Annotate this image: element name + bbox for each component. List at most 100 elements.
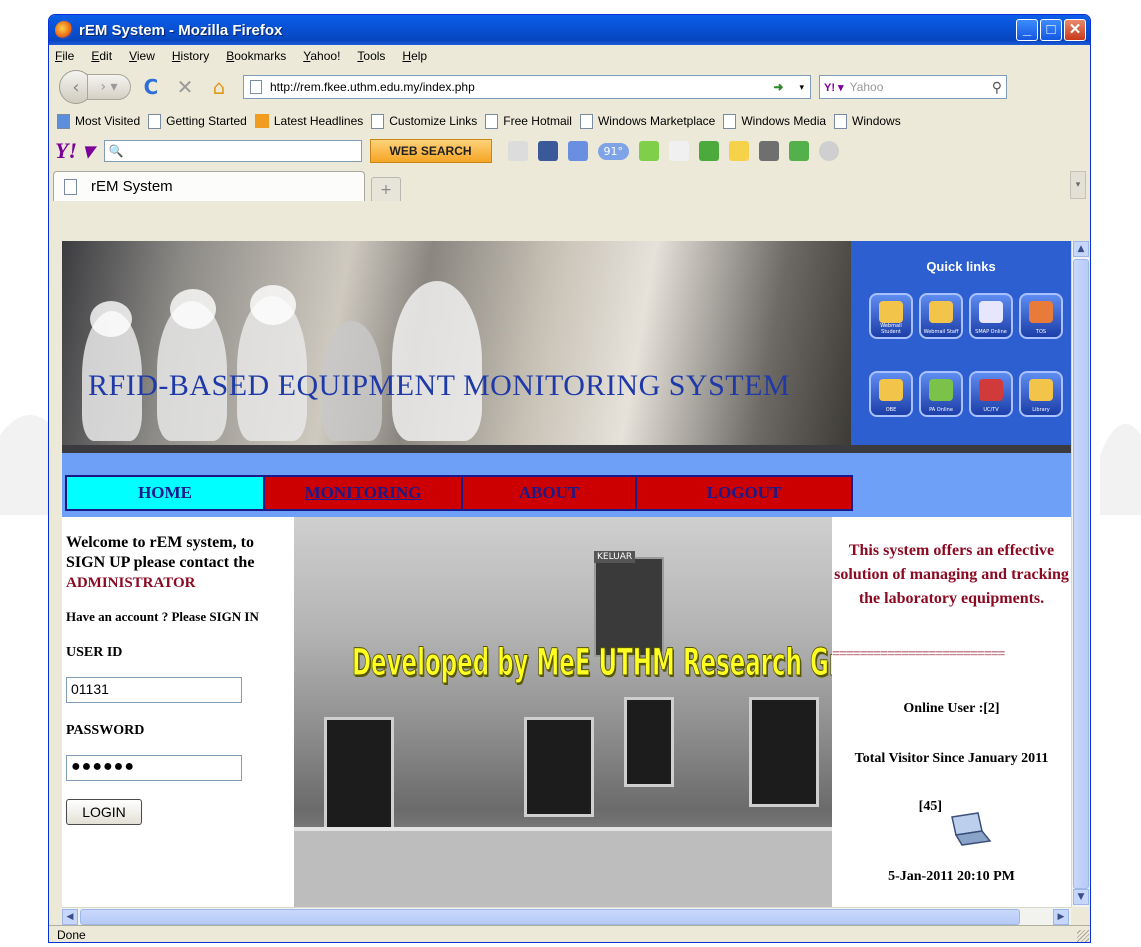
administrator-link[interactable]: ADMINISTRATOR: [66, 575, 195, 591]
quick-link-library[interactable]: Library: [1019, 371, 1063, 417]
bookmark-item[interactable]: Latest Headlines: [254, 114, 363, 128]
new-tab-button[interactable]: +: [371, 177, 401, 201]
go-arrow-icon[interactable]: ➜: [773, 80, 783, 94]
password-input[interactable]: ●●●●●●: [66, 755, 242, 781]
stop-icon: ✕: [176, 75, 194, 99]
bookmark-item[interactable]: Most Visited: [57, 113, 140, 129]
pencil-icon[interactable]: [507, 141, 528, 161]
settings-gear-icon[interactable]: [819, 141, 840, 161]
bookmark-item[interactable]: Getting Started: [148, 113, 247, 129]
stop-button[interactable]: ✕: [171, 73, 199, 101]
quick-link-webmail-staff[interactable]: Webmail Staff: [919, 293, 963, 339]
tab-strip: rEM System + ▾: [49, 167, 1090, 201]
home-icon: ⌂: [212, 75, 226, 99]
menu-edit[interactable]: Edit: [91, 49, 112, 63]
forward-button[interactable]: › ▾: [87, 74, 131, 100]
flickr-icon[interactable]: [669, 141, 690, 161]
menu-file[interactable]: File: [55, 49, 74, 63]
login-button[interactable]: LOGIN: [66, 799, 142, 825]
add-icon[interactable]: [789, 141, 810, 161]
photo-caption: Developed by MeE UTHM Research Group: [352, 641, 832, 685]
scroll-down-icon[interactable]: ▼: [1073, 889, 1089, 905]
scroll-left-icon[interactable]: ◀: [62, 909, 78, 925]
maximize-button[interactable]: □: [1040, 19, 1062, 41]
menu-home-link[interactable]: HOME: [67, 477, 265, 509]
tab-rem-system[interactable]: rEM System: [53, 171, 365, 201]
banner-photo: [250, 285, 296, 325]
menu-help[interactable]: Help: [402, 49, 427, 63]
window-title: rEM System - Mozilla Firefox: [79, 21, 283, 39]
pa-online-icon: [929, 379, 953, 401]
back-arrow-icon: ‹: [72, 76, 80, 98]
toolbar-icons: 91°: [507, 141, 840, 161]
user-id-label: USER ID: [66, 645, 123, 660]
menu-history[interactable]: History: [172, 49, 209, 63]
quick-link-label: UC/TV: [983, 407, 999, 413]
quick-link-label: TOS: [1035, 329, 1047, 335]
horizontal-scroll-thumb[interactable]: [80, 909, 1020, 925]
answers-icon[interactable]: [699, 141, 720, 161]
scroll-up-icon[interactable]: ▲: [1073, 241, 1089, 257]
status-text: Done: [57, 928, 86, 942]
quick-link-smap-online[interactable]: SMAP Online: [969, 293, 1013, 339]
yahoo-search-input[interactable]: 🔍: [103, 140, 362, 162]
lab-monitor: [624, 697, 674, 787]
horizontal-scrollbar[interactable]: ◀ ▶: [62, 907, 1071, 925]
sign-in-prompt: Have an account ? Please SIGN IN: [66, 609, 259, 624]
current-datetime: 5-Jan-2011 20:10 PM: [888, 869, 1015, 884]
ebay-icon[interactable]: [729, 141, 750, 161]
yahoo-logo-icon[interactable]: Y! ▾: [55, 138, 94, 164]
bookmark-item[interactable]: Customize Links: [371, 113, 477, 129]
quick-link-pa-online[interactable]: PA Online: [919, 371, 963, 417]
tab-label: rEM System: [91, 178, 173, 195]
menu-logout-link[interactable]: LOGOUT: [637, 477, 851, 509]
quick-link-label: OBE: [885, 407, 897, 413]
vertical-scrollbar[interactable]: ▲ ▼: [1071, 241, 1089, 907]
menu-yahoo[interactable]: Yahoo!: [303, 49, 340, 63]
menu-monitoring-link[interactable]: MONITORING: [265, 477, 463, 509]
vertical-scroll-thumb[interactable]: [1073, 259, 1089, 889]
quick-link-webmail-student[interactable]: Webmail Student: [869, 293, 913, 339]
separator-line: =========================: [832, 647, 1005, 662]
bookmark-label: Free Hotmail: [503, 114, 572, 128]
weather-icon[interactable]: 91°: [597, 142, 630, 160]
quick-link-tos[interactable]: TOS: [1019, 293, 1063, 339]
bookmark-item[interactable]: Windows Media: [723, 113, 826, 129]
facebook-icon[interactable]: [537, 141, 558, 161]
user-id-input[interactable]: 01131: [66, 677, 242, 703]
menu-tools[interactable]: Tools: [357, 49, 385, 63]
url-dropdown-icon[interactable]: ▾: [799, 82, 804, 93]
bookmark-item[interactable]: Free Hotmail: [485, 113, 572, 129]
bookmark-item[interactable]: Windows Marketplace: [579, 113, 715, 129]
menu-view[interactable]: View: [129, 49, 155, 63]
header-banner: RFID-BASED EQUIPMENT MONITORING SYSTEM: [62, 241, 851, 451]
tab-list-button[interactable]: ▾: [1070, 171, 1086, 199]
mail-icon[interactable]: [567, 141, 588, 161]
home-button[interactable]: ⌂: [205, 73, 233, 101]
search-input[interactable]: Y! ▾ Yahoo ⚲: [819, 75, 1007, 99]
reload-button[interactable]: C: [137, 73, 165, 101]
web-search-button[interactable]: WEB SEARCH: [369, 139, 492, 163]
messenger-icon[interactable]: [639, 141, 660, 161]
magnifier-icon[interactable]: ⚲: [992, 79, 1002, 96]
menu-bookmarks[interactable]: Bookmarks: [226, 49, 286, 63]
banner-title: RFID-BASED EQUIPMENT MONITORING SYSTEM: [88, 369, 791, 402]
close-button[interactable]: ✕: [1064, 19, 1086, 41]
scroll-right-icon[interactable]: ▶: [1053, 909, 1069, 925]
quick-link-obe[interactable]: OBE: [869, 371, 913, 417]
quick-link-uctv[interactable]: UC/TV: [969, 371, 1013, 417]
page-icon: [834, 113, 848, 129]
menu-about-link[interactable]: ABOUT: [463, 477, 637, 509]
bookmark-label: Getting Started: [166, 114, 247, 128]
amazon-icon[interactable]: [759, 141, 780, 161]
quick-link-label: Webmail Staff: [923, 329, 959, 335]
banner-photo: [90, 301, 132, 337]
bookmark-item[interactable]: Windows: [834, 113, 901, 129]
resize-grip-icon[interactable]: [1077, 930, 1089, 942]
url-bar[interactable]: http://rem.fkee.uthm.edu.my/index.php ➜ …: [243, 75, 811, 99]
info-panel: This system offers an effective solution…: [832, 517, 1071, 907]
bookmark-label: Windows: [852, 114, 901, 128]
yahoo-search-icon[interactable]: Y! ▾: [824, 81, 844, 94]
forward-arrow-icon: › ▾: [100, 79, 118, 95]
minimize-button[interactable]: _: [1016, 19, 1038, 41]
